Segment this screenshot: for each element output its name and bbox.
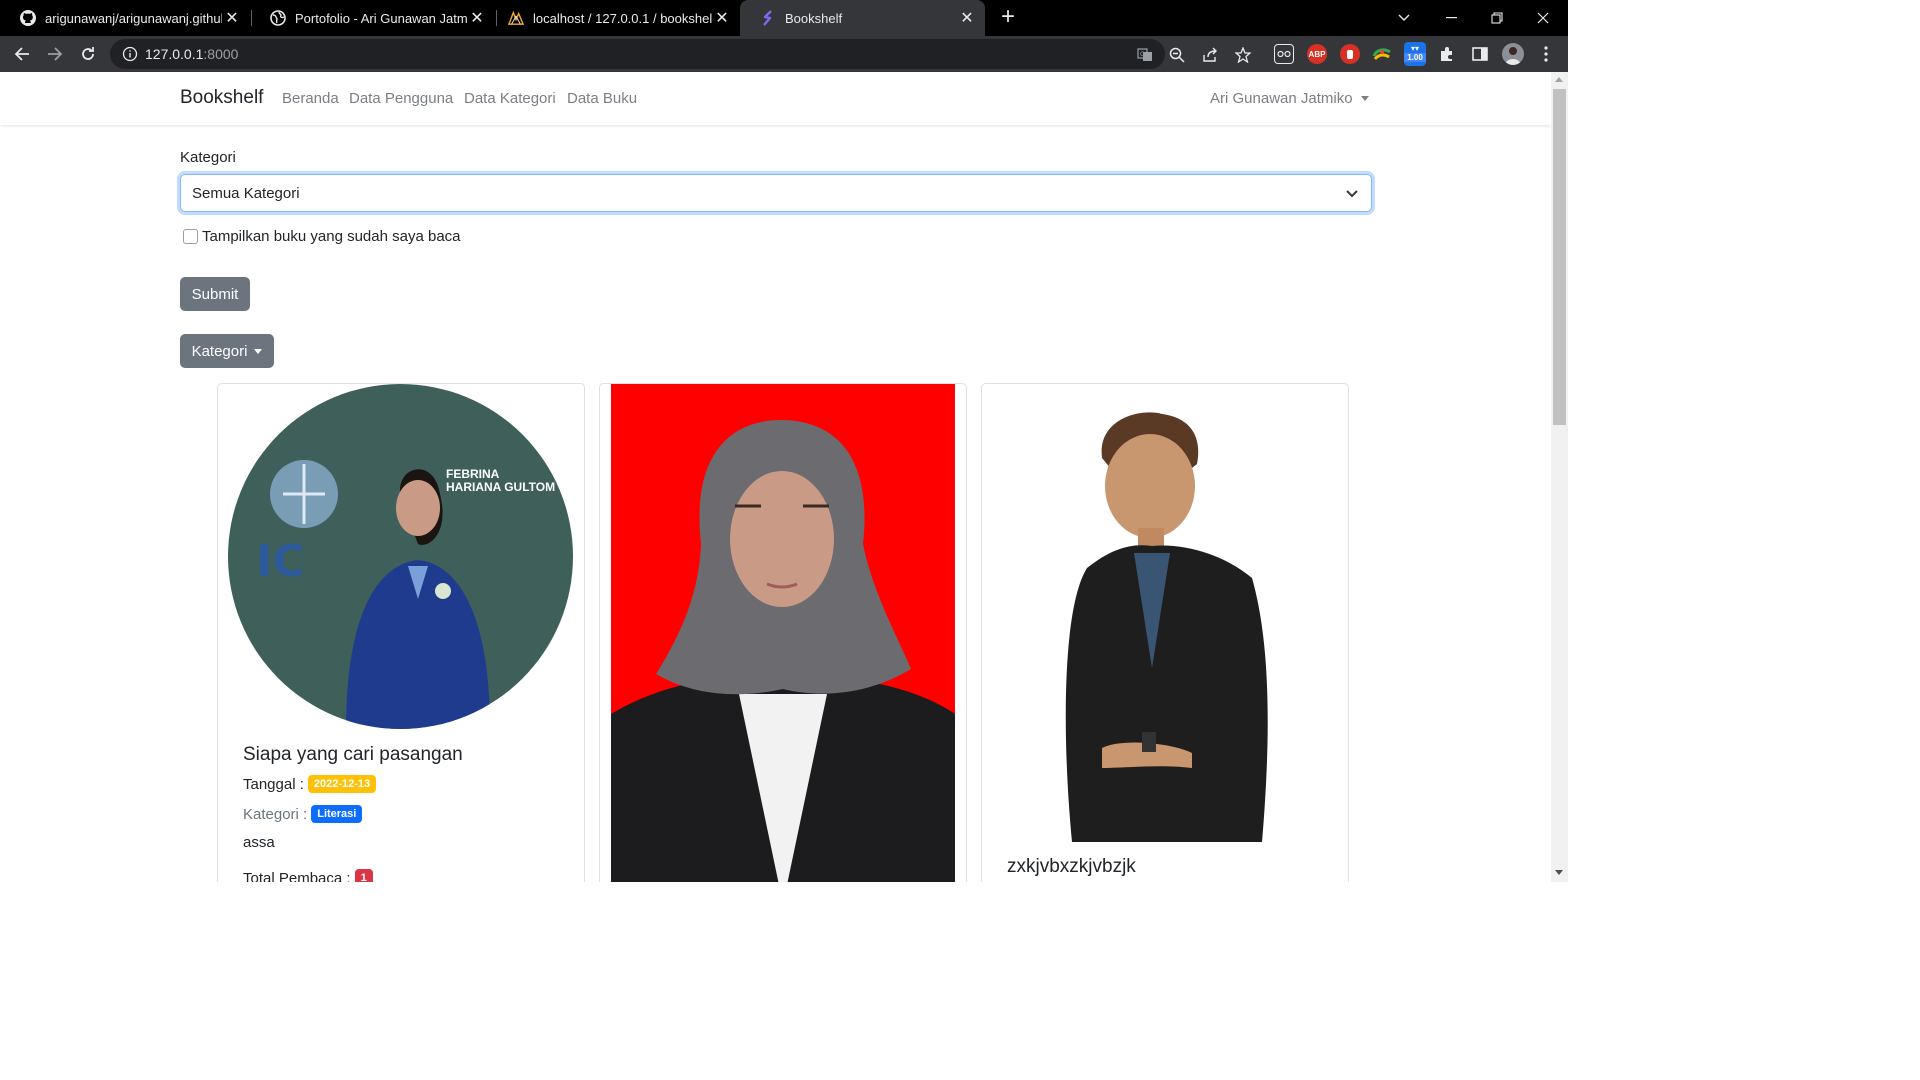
adblock-plus-icon[interactable]: ABP bbox=[1307, 44, 1327, 64]
scrollbar-thumb[interactable] bbox=[1553, 89, 1566, 425]
tab-title: localhost / 127.0.0.1 / bookshelf- bbox=[533, 10, 712, 26]
forward-icon[interactable] bbox=[41, 40, 69, 68]
book-card[interactable]: IC FEBRINA HARIANA GULTOM Siapa yang car… bbox=[217, 383, 585, 882]
site-info-icon[interactable] bbox=[122, 46, 138, 62]
bookshelf-icon bbox=[760, 10, 776, 26]
tab-github[interactable]: arigunawanj/arigunawanj.github.io ✕ bbox=[0, 0, 250, 36]
book-date-row: Tanggal : 2022-12-13 bbox=[243, 775, 377, 793]
bookmark-star-icon[interactable] bbox=[1234, 46, 1252, 64]
share-icon[interactable] bbox=[1201, 46, 1219, 64]
read-books-checkbox[interactable] bbox=[183, 229, 198, 244]
chevron-down-icon bbox=[1345, 186, 1359, 204]
svg-text:G: G bbox=[1140, 51, 1145, 58]
book-cover-image bbox=[1042, 408, 1292, 842]
tab-portfolio[interactable]: Portofolio - Ari Gunawan Jatmiko ✕ bbox=[250, 0, 495, 36]
category-dropdown-label: Kategori bbox=[191, 342, 248, 360]
submit-button-label: Submit bbox=[191, 285, 239, 303]
book-title: zxkjvbxzkjvbzjk bbox=[1007, 856, 1136, 877]
tab-phpmyadmin[interactable]: localhost / 127.0.0.1 / bookshelf- ✕ bbox=[488, 0, 740, 36]
scroll-up-arrow-icon[interactable] bbox=[1555, 77, 1563, 82]
caret-down-icon bbox=[254, 348, 263, 354]
read-books-checkbox-row[interactable]: Tampilkan buku yang sudah saya baca bbox=[183, 228, 461, 245]
book-cover-image bbox=[611, 384, 955, 882]
readers-label: Total Pembaca : bbox=[243, 869, 351, 883]
category-badge: Literasi bbox=[311, 805, 363, 823]
read-books-checkbox-label: Tampilkan buku yang sudah saya baca bbox=[202, 228, 461, 245]
close-window-icon[interactable] bbox=[1520, 0, 1566, 36]
close-tab-icon[interactable]: ✕ bbox=[957, 8, 977, 28]
translate-icon[interactable]: G bbox=[1136, 46, 1154, 64]
cover-text-line: HARIANA GULTOM bbox=[446, 480, 556, 494]
address-bar[interactable]: 127.0.0.1:8000 G bbox=[110, 39, 1251, 69]
url-text: 127.0.0.1:8000 bbox=[145, 46, 239, 62]
book-readers-row: Total Pembaca : 1 bbox=[243, 869, 373, 882]
cover-text: FEBRINA HARIANA GULTOM bbox=[446, 468, 555, 494]
category-dropdown-button[interactable]: Kategori bbox=[180, 334, 274, 368]
book-category-row: Kategori : Literasi bbox=[243, 805, 363, 823]
submit-button[interactable]: Submit bbox=[180, 277, 250, 311]
extensions-puzzle-icon[interactable] bbox=[1437, 44, 1457, 64]
user-dropdown[interactable]: Ari Gunawan Jatmiko bbox=[1210, 90, 1369, 107]
book-description: assa bbox=[243, 834, 275, 851]
close-tab-icon[interactable]: ✕ bbox=[467, 8, 487, 28]
browser-menu-icon[interactable] bbox=[1536, 44, 1556, 64]
ext-colorful-icon[interactable] bbox=[1372, 44, 1392, 64]
tab-title: Portofolio - Ari Gunawan Jatmiko bbox=[295, 10, 467, 26]
readers-badge: 1 bbox=[354, 869, 373, 882]
new-tab-button[interactable]: + bbox=[996, 5, 1020, 30]
caret-down-icon bbox=[1360, 96, 1369, 101]
navbar-brand[interactable]: Bookshelf bbox=[180, 87, 263, 109]
close-tab-icon[interactable]: ✕ bbox=[222, 8, 242, 28]
page-content: Bookshelf Beranda Data Pengguna Data Kat… bbox=[0, 72, 1551, 882]
side-panel-icon[interactable] bbox=[1470, 44, 1490, 64]
category-row-label: Kategori : bbox=[243, 805, 308, 823]
restore-icon[interactable] bbox=[1474, 0, 1520, 36]
book-title: Siapa yang cari pasangan bbox=[243, 744, 463, 765]
ext-hand-icon[interactable] bbox=[1340, 44, 1360, 64]
category-select[interactable]: Semua Kategori bbox=[180, 174, 1372, 212]
minimize-icon[interactable] bbox=[1428, 0, 1474, 36]
date-label: Tanggal : bbox=[243, 775, 304, 793]
github-icon bbox=[20, 10, 36, 26]
book-cover-image: IC FEBRINA HARIANA GULTOM bbox=[228, 384, 573, 729]
profile-avatar-icon[interactable] bbox=[1502, 43, 1524, 65]
browser-tab-bar: arigunawanj/arigunawanj.github.io ✕ Port… bbox=[0, 0, 1568, 36]
tab-title: Bookshelf bbox=[785, 10, 843, 26]
user-name: Ari Gunawan Jatmiko bbox=[1210, 90, 1353, 107]
nav-link-data-kategori[interactable]: Data Kategori bbox=[464, 90, 556, 107]
nav-link-data-pengguna[interactable]: Data Pengguna bbox=[349, 90, 453, 107]
close-tab-icon[interactable]: ✕ bbox=[712, 8, 732, 28]
globe-icon bbox=[270, 10, 286, 26]
category-label: Kategori bbox=[180, 149, 236, 166]
page-scrollbar[interactable] bbox=[1551, 72, 1568, 882]
scroll-down-arrow-icon[interactable] bbox=[1555, 870, 1563, 875]
nav-link-data-buku[interactable]: Data Buku bbox=[567, 90, 637, 107]
nav-link-beranda[interactable]: Beranda bbox=[282, 90, 339, 107]
zoom-icon[interactable] bbox=[1168, 46, 1186, 64]
book-card[interactable] bbox=[599, 383, 967, 882]
tab-search-icon[interactable] bbox=[1381, 0, 1427, 36]
tab-title: arigunawanj/arigunawanj.github.io bbox=[45, 10, 222, 26]
back-icon[interactable] bbox=[8, 40, 36, 68]
category-select-value: Semua Kategori bbox=[192, 185, 300, 202]
reload-icon[interactable] bbox=[74, 40, 102, 68]
tab-bookshelf[interactable]: Bookshelf ✕ bbox=[740, 0, 985, 36]
app-navbar: Bookshelf Beranda Data Pengguna Data Kat… bbox=[0, 72, 1551, 125]
book-card[interactable]: zxkjvbxzkjvbzjk bbox=[981, 383, 1349, 882]
date-badge: 2022-12-13 bbox=[307, 775, 377, 793]
ext-counter-icon[interactable]: ▾▾ 1.00 bbox=[1404, 42, 1426, 66]
phpmyadmin-icon bbox=[508, 10, 524, 26]
ext-glasses-icon[interactable] bbox=[1274, 44, 1294, 64]
browser-toolbar: 127.0.0.1:8000 G ABP ▾▾ 1.00 bbox=[0, 36, 1568, 72]
svg-text:IC: IC bbox=[256, 536, 305, 587]
